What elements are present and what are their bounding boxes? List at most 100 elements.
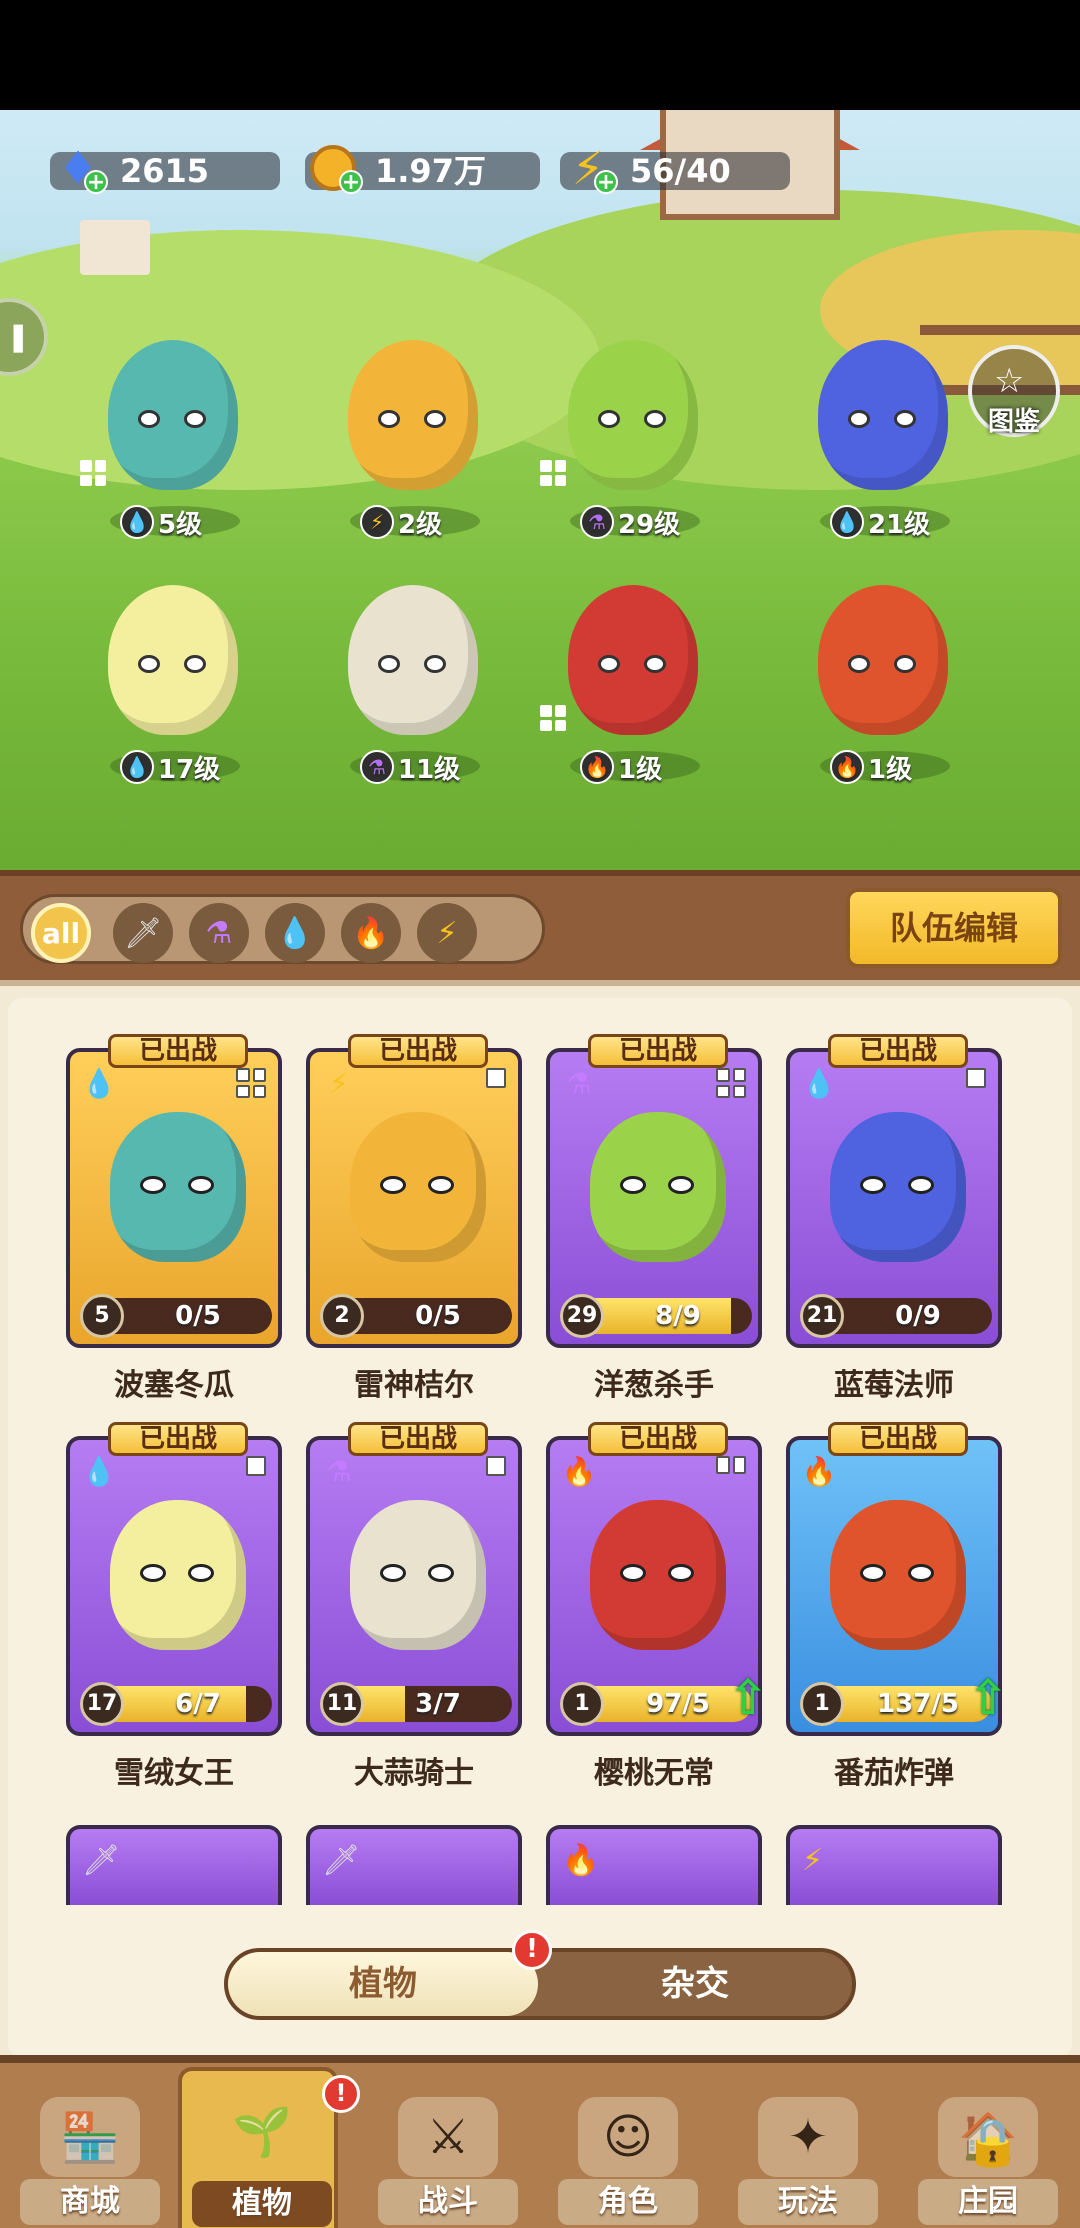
nav-character[interactable]: ☺ 角色 bbox=[548, 2093, 708, 2228]
snow-queen-portrait bbox=[110, 1500, 246, 1650]
nav-label: 商城 bbox=[20, 2179, 160, 2225]
card-name: 雷神桔尔 bbox=[354, 1368, 474, 1403]
lightning-icon: ⚡ bbox=[360, 505, 394, 539]
deployed-tag: 已出战 bbox=[588, 1034, 728, 1068]
card-level: 2 bbox=[320, 1294, 364, 1338]
deployed-tag: 已出战 bbox=[588, 1422, 728, 1456]
member-level: 🔥 1级 bbox=[830, 749, 912, 785]
deployed-tag: 已出战 bbox=[828, 1034, 968, 1068]
plant-card[interactable]: ⚡ 0/5 2 bbox=[306, 1048, 522, 1348]
fire-icon[interactable]: 🔥 bbox=[341, 903, 401, 963]
poseidon-melon-character bbox=[108, 340, 238, 490]
plant-card[interactable]: 💧 0/5 5 bbox=[66, 1048, 282, 1348]
notification-badge: ! bbox=[512, 1930, 552, 1970]
nav-label: 玩法 bbox=[738, 2179, 878, 2225]
tab-hybrid[interactable]: 杂交 bbox=[538, 1952, 852, 2016]
team-member[interactable]: ⚗ 29级 bbox=[530, 330, 730, 550]
add-coins-icon[interactable]: + bbox=[339, 170, 363, 194]
sword-icon: 🗡 bbox=[82, 1843, 121, 1878]
team-member[interactable]: 💧 21级 bbox=[780, 330, 980, 550]
thunder-orange-portrait bbox=[350, 1112, 486, 1262]
slot-grid-icon bbox=[716, 1456, 746, 1474]
coin-counter[interactable]: + 1.97万 bbox=[305, 145, 540, 194]
plant-card[interactable]: 💧 0/9 21 bbox=[786, 1048, 1002, 1348]
tomato-bomb-character bbox=[818, 585, 948, 735]
water-icon: 💧 bbox=[830, 505, 864, 539]
nav-label: 角色 bbox=[558, 2179, 698, 2225]
team-member[interactable]: ⚡ 2级 bbox=[310, 330, 510, 550]
fire-icon: 🔥 bbox=[561, 1454, 597, 1488]
lightning-icon: ⚡ bbox=[329, 1066, 349, 1100]
member-level: 💧 21级 bbox=[830, 504, 930, 540]
nav-shop[interactable]: 🏪 商城 bbox=[10, 2093, 170, 2228]
water-icon: 💧 bbox=[81, 1454, 117, 1488]
nav-label: 植物 bbox=[192, 2181, 332, 2227]
nav-label: 战斗 bbox=[378, 2179, 518, 2225]
cherry-wuchang-character bbox=[568, 585, 698, 735]
member-level: 🔥 1级 bbox=[580, 749, 662, 785]
plant-card[interactable]: 🔥 bbox=[546, 1825, 762, 1905]
shop-icon: 🏪 bbox=[40, 2097, 140, 2177]
upgrade-arrow-icon[interactable]: ⇧ bbox=[728, 1670, 774, 1726]
onion-killer-portrait bbox=[590, 1112, 726, 1262]
plant-card[interactable]: 🗡 bbox=[66, 1825, 282, 1905]
add-gems-icon[interactable]: + bbox=[84, 170, 108, 194]
deployed-tag: 已出战 bbox=[828, 1422, 968, 1456]
add-energy-icon[interactable]: + bbox=[594, 170, 618, 194]
snow-queen-character bbox=[108, 585, 238, 735]
team-member[interactable]: 🔥 1级 bbox=[530, 575, 730, 795]
poison-icon: ⚗ bbox=[360, 750, 394, 784]
gameplay-icon: ✦ bbox=[758, 2097, 858, 2177]
filter-all[interactable]: all bbox=[31, 903, 91, 963]
member-level: 💧 5级 bbox=[120, 504, 202, 540]
nav-plants[interactable]: 🌱 植物 bbox=[178, 2067, 338, 2228]
notification-badge: ! bbox=[322, 2075, 360, 2113]
character-icon: ☺ bbox=[578, 2097, 678, 2177]
atlas-button[interactable]: ☆ 图鉴 bbox=[968, 345, 1060, 437]
sword-icon[interactable]: 🗡 bbox=[113, 903, 173, 963]
plant-card[interactable]: 🗡 bbox=[306, 1825, 522, 1905]
nav-gameplay[interactable]: ✦ 玩法 bbox=[728, 2093, 888, 2228]
slot-grid-icon bbox=[540, 705, 566, 731]
lightning-icon[interactable]: ⚡ bbox=[417, 903, 477, 963]
card-name: 洋葱杀手 bbox=[594, 1368, 714, 1403]
water-icon: 💧 bbox=[120, 505, 154, 539]
cherry-wuchang-portrait bbox=[590, 1500, 726, 1650]
poison-icon: ⚗ bbox=[566, 1066, 592, 1100]
plant-card[interactable]: ⚗ 8/9 29 bbox=[546, 1048, 762, 1348]
blueberry-mage-portrait bbox=[830, 1112, 966, 1262]
status-bar bbox=[0, 0, 1080, 110]
team-edit-button[interactable]: 队伍编辑 bbox=[846, 888, 1062, 968]
onion-killer-character bbox=[568, 340, 698, 490]
gem-counter[interactable]: ♦ + 2615 bbox=[50, 141, 280, 195]
team-member[interactable]: 💧 5级 bbox=[70, 330, 270, 550]
plant-card[interactable]: 💧 6/7 17 bbox=[66, 1436, 282, 1736]
fire-icon: 🔥 bbox=[801, 1454, 837, 1488]
tab-plants[interactable]: 植物 bbox=[228, 1952, 538, 2016]
tomato-bomb-portrait bbox=[830, 1500, 966, 1650]
plant-card[interactable]: ⚡ bbox=[786, 1825, 1002, 1905]
fire-icon: 🔥 bbox=[830, 750, 864, 784]
nav-battle[interactable]: ⚔ 战斗 bbox=[368, 2093, 528, 2228]
team-member[interactable]: ⚗ 11级 bbox=[310, 575, 510, 795]
card-name: 波塞冬瓜 bbox=[114, 1368, 234, 1403]
team-member[interactable]: 🔥 1级 bbox=[780, 575, 980, 795]
card-level: 5 bbox=[80, 1294, 124, 1338]
slot-grid-icon bbox=[540, 460, 566, 486]
atlas-label: 图鉴 bbox=[987, 407, 1040, 437]
team-member[interactable]: 💧 17级 bbox=[70, 575, 270, 795]
slot-single-icon bbox=[966, 1068, 986, 1088]
battle-icon: ⚔ bbox=[398, 2097, 498, 2177]
nav-manor[interactable]: 🏠 🔒 庄园 bbox=[908, 2093, 1068, 2228]
element-filter: all 🗡 ⚗ 💧 🔥 ⚡ bbox=[20, 894, 545, 964]
plant-icon: 🌱 bbox=[232, 2103, 292, 2160]
upgrade-arrow-icon[interactable]: ⇧ bbox=[968, 1670, 1014, 1726]
poison-icon: ⚗ bbox=[580, 505, 614, 539]
energy-counter[interactable]: ⚡ + 56/40 bbox=[560, 141, 790, 195]
bottom-nav: 🏪 商城 🌱 植物 ⚔ 战斗 ☺ 角色 ✦ 玩法 🏠 🔒 庄园 bbox=[0, 2055, 1080, 2228]
poison-icon[interactable]: ⚗ bbox=[189, 903, 249, 963]
plant-card[interactable]: ⚗ 3/7 11 bbox=[306, 1436, 522, 1736]
card-level: 11 bbox=[320, 1682, 364, 1726]
water-icon: 💧 bbox=[120, 750, 154, 784]
water-icon[interactable]: 💧 bbox=[265, 903, 325, 963]
